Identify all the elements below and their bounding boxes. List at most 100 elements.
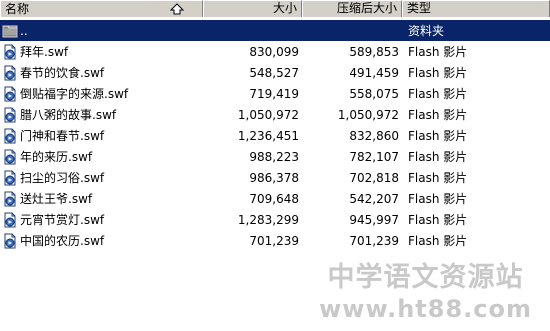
file-type-cell: Flash 影片 <box>402 43 550 60</box>
file-compressed-cell: 1,050,972 <box>302 108 402 122</box>
column-header-name[interactable]: 名称 <box>0 0 203 17</box>
parent-name-cell: .. <box>0 23 203 39</box>
file-type-cell: Flash 影片 <box>402 85 550 102</box>
file-type: Flash 影片 <box>408 234 468 248</box>
file-name-cell: 腊八粥的故事.swf <box>0 106 203 123</box>
file-name: 春节的饮食.swf <box>20 66 105 80</box>
file-name: 腊八粥的故事.swf <box>20 108 117 122</box>
file-size: 701,239 <box>249 233 299 248</box>
list-item[interactable]: 春节的饮食.swf 548,527 491,459 Flash 影片 <box>0 62 550 83</box>
file-type-cell: Flash 影片 <box>402 211 550 228</box>
file-type-cell: Flash 影片 <box>402 106 550 123</box>
file-size-cell: 548,527 <box>203 66 302 80</box>
flash-file-icon <box>4 128 16 143</box>
flash-file-icon <box>4 191 16 206</box>
parent-type: 资料夹 <box>408 24 445 38</box>
file-name: 送灶王爷.swf <box>20 192 93 206</box>
file-size-cell: 719,419 <box>203 87 302 101</box>
file-size-cell: 1,283,299 <box>203 213 302 227</box>
file-type: Flash 影片 <box>408 66 468 80</box>
file-type: Flash 影片 <box>408 171 468 185</box>
file-size-cell: 701,239 <box>203 234 302 248</box>
flash-file-icon <box>4 170 16 185</box>
file-compressed-cell: 945,997 <box>302 213 402 227</box>
file-type-cell: Flash 影片 <box>402 127 550 144</box>
file-compressed-cell: 832,860 <box>302 129 402 143</box>
column-header-compressed[interactable]: 压缩后大小 <box>302 0 402 17</box>
file-compressed-cell: 701,239 <box>302 234 402 248</box>
file-compressed-cell: 558,075 <box>302 87 402 101</box>
sort-arrow-icon <box>170 3 184 15</box>
file-compressed-size: 589,853 <box>349 44 399 59</box>
flash-file-icon <box>4 212 16 227</box>
file-name: 拜年.swf <box>20 45 69 59</box>
file-list: .. 资料夹 拜年.swf 830,099 589,853 Flash 影片 春节的饮食… <box>0 20 550 251</box>
file-name-cell: 送灶王爷.swf <box>0 190 203 207</box>
file-type-cell: Flash 影片 <box>402 169 550 186</box>
list-item[interactable]: 元宵节赏灯.swf 1,283,299 945,997 Flash 影片 <box>0 209 550 230</box>
file-compressed-cell: 542,207 <box>302 192 402 206</box>
file-compressed-size: 702,818 <box>349 170 399 185</box>
folder-up-icon <box>2 25 18 37</box>
file-name: 倒贴福字的来源.swf <box>20 87 129 101</box>
list-item[interactable]: 倒贴福字的来源.swf 719,419 558,075 Flash 影片 <box>0 83 550 104</box>
file-compressed-cell: 702,818 <box>302 171 402 185</box>
site-watermark: 中学语文资源站 www.ht88.com <box>319 262 532 324</box>
file-size-cell: 1,050,972 <box>203 108 302 122</box>
list-item[interactable]: 扫尘的习俗.swf 986,378 702,818 Flash 影片 <box>0 167 550 188</box>
list-item[interactable]: 年的来历.swf 988,223 782,107 Flash 影片 <box>0 146 550 167</box>
file-name-cell: 倒贴福字的来源.swf <box>0 85 203 102</box>
list-item[interactable]: 门神和春节.swf 1,236,451 832,860 Flash 影片 <box>0 125 550 146</box>
file-type-cell: Flash 影片 <box>402 148 550 165</box>
list-item[interactable]: 中国的农历.swf 701,239 701,239 Flash 影片 <box>0 230 550 251</box>
file-compressed-cell: 491,459 <box>302 66 402 80</box>
file-size-cell: 988,223 <box>203 150 302 164</box>
file-compressed-size: 542,207 <box>349 191 399 206</box>
column-header-type-label: 类型 <box>407 1 432 15</box>
flash-file-icon <box>4 65 16 80</box>
file-compressed-size: 782,107 <box>349 149 399 164</box>
file-type: Flash 影片 <box>408 45 468 59</box>
file-name-cell: 扫尘的习俗.swf <box>0 169 203 186</box>
file-size-cell: 709,648 <box>203 192 302 206</box>
file-size: 1,050,972 <box>237 107 299 122</box>
watermark-url: www.ht88.com <box>319 295 532 323</box>
file-name: 门神和春节.swf <box>20 129 105 143</box>
file-size: 709,648 <box>249 191 299 206</box>
file-size: 1,283,299 <box>237 212 299 227</box>
file-compressed-size: 558,075 <box>349 86 399 101</box>
file-name-cell: 春节的饮食.swf <box>0 64 203 81</box>
file-type: Flash 影片 <box>408 150 468 164</box>
column-header-compressed-label: 压缩后大小 <box>336 1 397 15</box>
file-type: Flash 影片 <box>408 129 468 143</box>
file-name: 扫尘的习俗.swf <box>20 171 105 185</box>
list-item[interactable]: 腊八粥的故事.swf 1,050,972 1,050,972 Flash 影片 <box>0 104 550 125</box>
file-name: 元宵节赏灯.swf <box>20 213 105 227</box>
list-item[interactable]: 送灶王爷.swf 709,648 542,207 Flash 影片 <box>0 188 550 209</box>
file-size: 719,419 <box>249 86 299 101</box>
file-type-cell: Flash 影片 <box>402 190 550 207</box>
file-compressed-size: 832,860 <box>349 128 399 143</box>
file-name-cell: 门神和春节.swf <box>0 127 203 144</box>
column-header-name-label: 名称 <box>5 1 30 16</box>
parent-type-cell: 资料夹 <box>402 22 550 39</box>
file-size: 830,099 <box>249 44 299 59</box>
list-item[interactable]: 拜年.swf 830,099 589,853 Flash 影片 <box>0 41 550 62</box>
file-name: 中国的农历.swf <box>20 234 105 248</box>
column-header-size[interactable]: 大小 <box>203 0 302 17</box>
file-type: Flash 影片 <box>408 192 468 206</box>
flash-file-icon <box>4 233 16 248</box>
column-header-type[interactable]: 类型 <box>402 0 550 17</box>
file-size: 986,378 <box>249 170 299 185</box>
file-type: Flash 影片 <box>408 108 468 122</box>
column-header-size-label: 大小 <box>272 1 297 15</box>
list-item-parent-folder[interactable]: .. 资料夹 <box>0 20 550 41</box>
file-size: 548,527 <box>249 65 299 80</box>
watermark-title: 中学语文资源站 <box>327 262 524 293</box>
file-name-cell: 年的来历.swf <box>0 148 203 165</box>
parent-name: .. <box>20 23 28 38</box>
flash-file-icon <box>4 107 16 122</box>
file-name-cell: 拜年.swf <box>0 43 203 60</box>
file-size: 1,236,451 <box>237 128 299 143</box>
file-size: 988,223 <box>249 149 299 164</box>
